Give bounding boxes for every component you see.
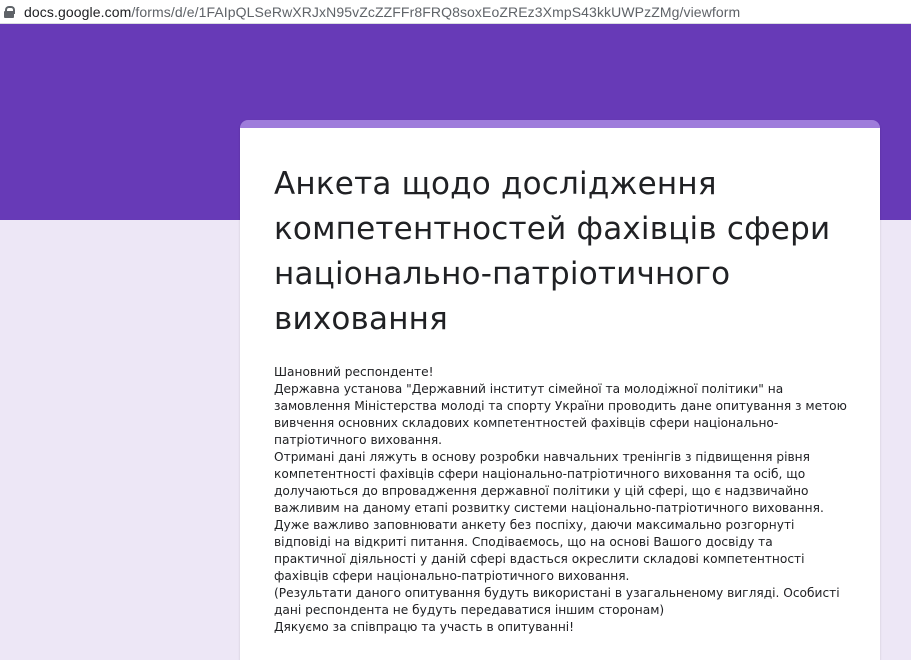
description-paragraph: (Результати даного опитування будуть вик… — [274, 586, 840, 617]
address-bar[interactable]: docs.google.com/forms/d/e/1FAIpQLSeRwXRJ… — [0, 0, 911, 24]
description-paragraph: Шановний респонденте! — [274, 365, 434, 379]
description-paragraph: Дуже важливо заповнювати анкету без посп… — [274, 518, 805, 583]
url-text[interactable]: docs.google.com/forms/d/e/1FAIpQLSeRwXRJ… — [24, 4, 740, 20]
lock-icon[interactable] — [4, 5, 15, 18]
url-host: docs.google.com — [24, 3, 132, 20]
description-paragraph: Дякуємо за співпрацю та участь в опитува… — [274, 620, 575, 634]
url-path: /forms/d/e/1FAIpQLSeRwXRJxN95vZcZZFFr8FR… — [131, 3, 741, 20]
description-paragraph: Державна установа "Державний інститут сі… — [274, 382, 847, 447]
form-description: Шановний респонденте! Державна установа … — [274, 364, 848, 636]
form-header-card: Анкета щодо дослідження компетентностей … — [240, 120, 880, 660]
description-paragraph: Отримані дані ляжуть в основу розробки н… — [274, 450, 824, 515]
form-title: Анкета щодо дослідження компетентностей … — [274, 166, 831, 337]
